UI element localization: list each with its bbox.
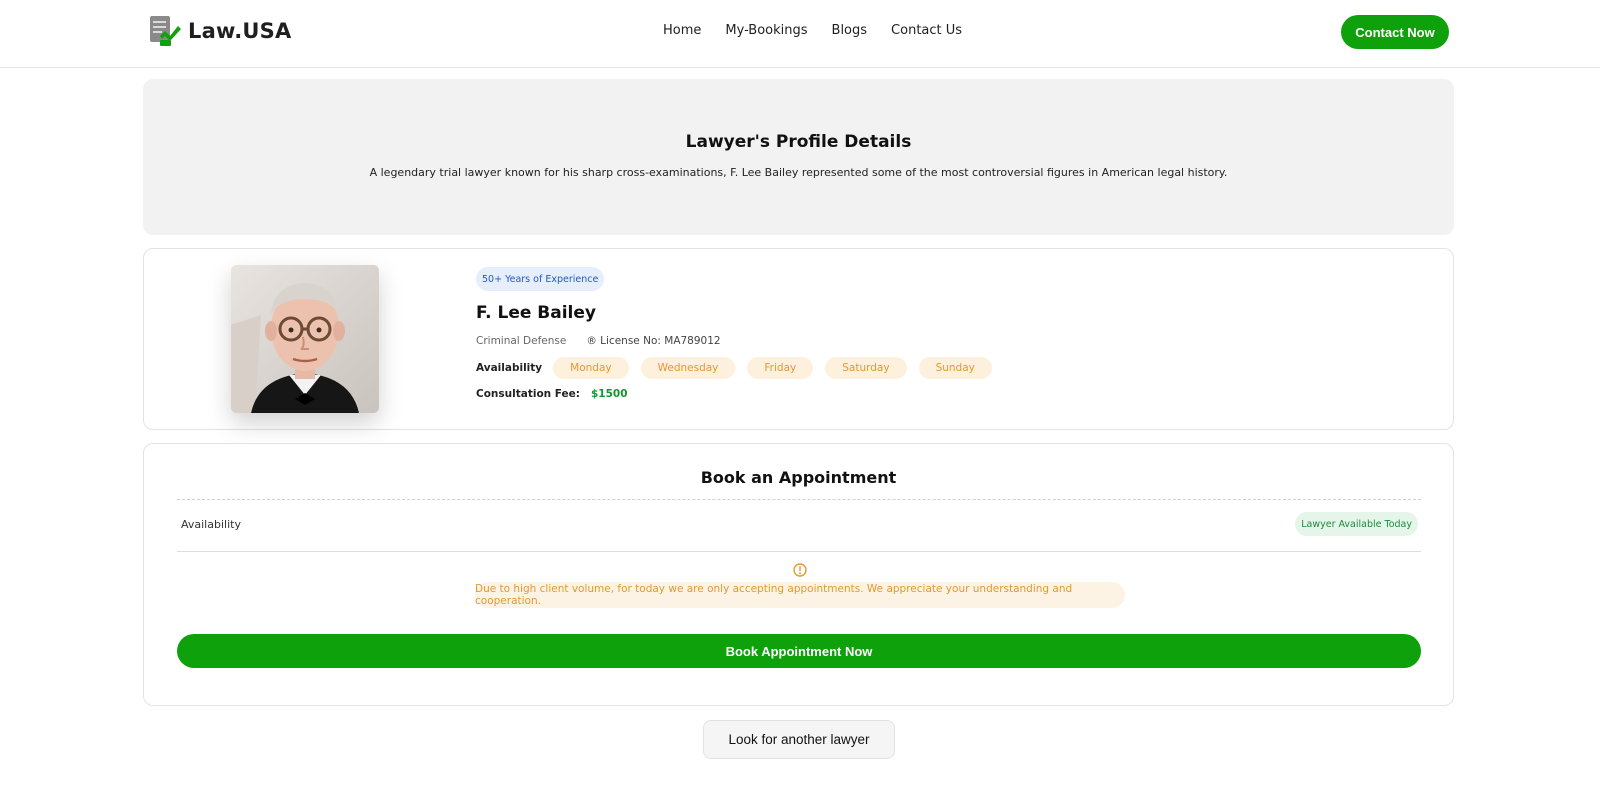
lawyer-summary: A legendary trial lawyer known for his s… bbox=[369, 166, 1228, 179]
fee-label: Consultation Fee: bbox=[476, 388, 580, 400]
top-navbar: Law.USA Home My-Bookings Blogs Contact U… bbox=[0, 0, 1600, 68]
availability-days: Availability Monday Wednesday Friday Sat… bbox=[476, 357, 992, 379]
law-logo-icon bbox=[148, 14, 182, 48]
book-appointment-button[interactable]: Book Appointment Now bbox=[177, 634, 1421, 668]
experience-badge: 50+ Years of Experience bbox=[476, 267, 605, 291]
day-pill-wednesday: Wednesday bbox=[640, 357, 736, 379]
availability-label: Availability bbox=[476, 362, 543, 374]
look-for-another-lawyer-button[interactable]: Look for another lawyer bbox=[703, 720, 895, 759]
brand-logo[interactable]: Law.USA bbox=[148, 14, 291, 48]
nav-blogs[interactable]: Blogs bbox=[832, 23, 868, 38]
nav-contact-us[interactable]: Contact Us bbox=[891, 23, 962, 38]
nav-my-bookings[interactable]: My-Bookings bbox=[725, 23, 807, 38]
lawyer-meta: Criminal Defense ® License No: MA789012 bbox=[476, 335, 721, 347]
page-title: Lawyer's Profile Details bbox=[685, 132, 912, 152]
day-pill-friday: Friday bbox=[747, 357, 814, 379]
nav-home[interactable]: Home bbox=[663, 23, 701, 38]
availability-status-badge: Lawyer Available Today bbox=[1295, 512, 1418, 536]
day-pill-sunday: Sunday bbox=[918, 357, 992, 379]
brand-name: Law.USA bbox=[188, 19, 292, 43]
practice-area: Criminal Defense bbox=[476, 335, 567, 347]
lawyer-profile-card: 50+ Years of Experience F. Lee Bailey Cr… bbox=[143, 248, 1454, 430]
day-pill-saturday: Saturday bbox=[825, 357, 907, 379]
profile-hero-banner: Lawyer's Profile Details A legendary tri… bbox=[143, 79, 1454, 235]
booking-notice: Due to high client volume, for today we … bbox=[475, 582, 1125, 608]
day-pill-monday: Monday bbox=[553, 357, 629, 379]
fee-value: $1500 bbox=[590, 388, 628, 400]
consultation-fee: Consultation Fee: $1500 bbox=[476, 388, 628, 400]
booking-card: Book an Appointment Availability Lawyer … bbox=[143, 443, 1454, 706]
booking-availability-label: Availability bbox=[181, 518, 241, 531]
info-warning-icon bbox=[793, 562, 807, 577]
dashed-divider bbox=[177, 499, 1421, 500]
lawyer-photo bbox=[231, 265, 379, 413]
divider bbox=[177, 551, 1421, 552]
main-nav: Home My-Bookings Blogs Contact Us bbox=[663, 23, 962, 38]
booking-title: Book an Appointment bbox=[700, 468, 897, 487]
contact-now-button[interactable]: Contact Now bbox=[1341, 15, 1449, 49]
license-number: ® License No: MA789012 bbox=[586, 335, 721, 347]
lawyer-name: F. Lee Bailey bbox=[476, 303, 596, 323]
